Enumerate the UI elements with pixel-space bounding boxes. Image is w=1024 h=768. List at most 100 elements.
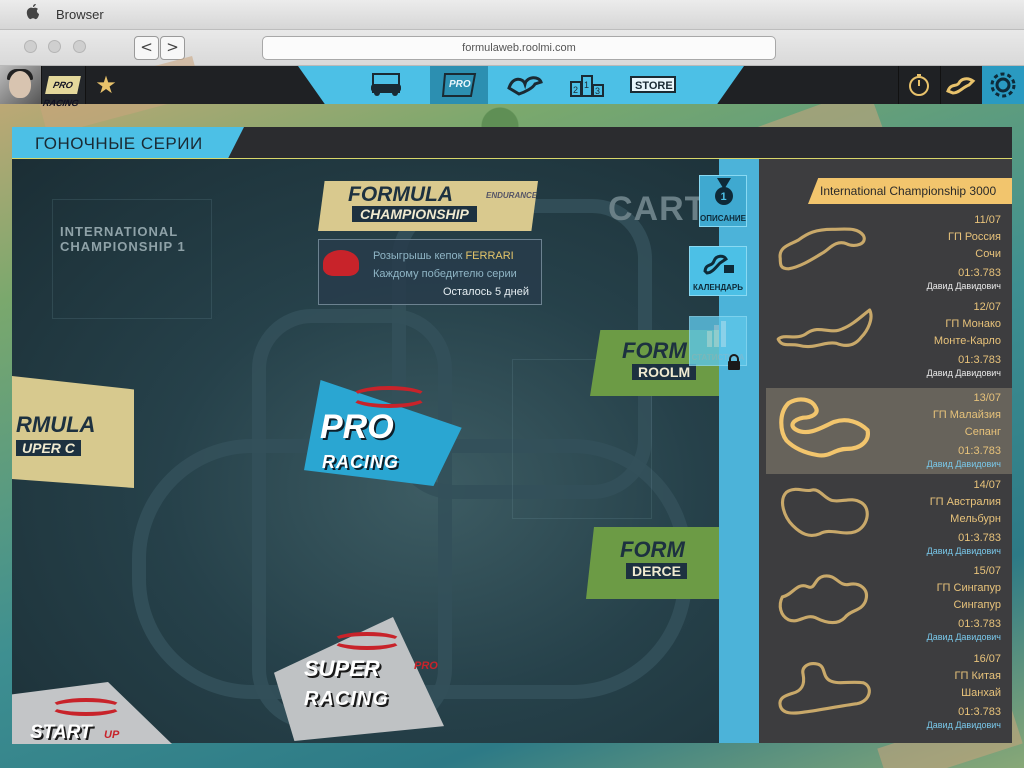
- race-driver: Давид Давидович: [926, 632, 1001, 642]
- race-date: 11/07: [974, 214, 1001, 226]
- formula-dercer-title: FORM: [620, 537, 685, 562]
- race-city: Монте-Карло: [933, 335, 1001, 347]
- promo-line-1: Розыгрышь кепок FERRARI: [373, 250, 514, 262]
- start-up-title: START: [30, 722, 92, 743]
- race-row[interactable]: 16/07 ГП Китая Шанхай 01:3.783 Давид Давидов…: [766, 649, 1012, 735]
- formula-super-subtitle: UPER C: [16, 440, 81, 456]
- ic1-line2: CHAMPIONSHIP 1: [60, 239, 186, 254]
- gear-icon: [990, 72, 1016, 98]
- zoom-window-button[interactable]: [73, 40, 86, 53]
- race-grand-prix: ГП Китая: [954, 670, 1001, 682]
- race-date: 13/07: [973, 392, 1001, 404]
- lock-icon: [728, 354, 740, 370]
- svg-text:3: 3: [595, 86, 600, 96]
- pro-racing-logo[interactable]: PRO RACING: [42, 66, 86, 108]
- apple-icon[interactable]: [26, 4, 40, 24]
- super-pro-tag: PRO: [414, 660, 438, 672]
- tab-description[interactable]: 1 ОПИСАНИЕ: [699, 175, 747, 227]
- race-row[interactable]: 11/07 ГП Россия Сочи 01:3.783 Давид Давидови…: [766, 210, 1012, 296]
- race-best-time: 01:3.783: [958, 445, 1001, 457]
- tab-description-label: ОПИСАНИЕ: [700, 214, 746, 223]
- nav-ranking[interactable]: 2 1 3: [558, 66, 616, 104]
- race-date: 15/07: [973, 565, 1001, 577]
- track-outline-icon: [778, 227, 866, 271]
- tab-calendar[interactable]: КАЛЕНДАРЬ: [689, 246, 747, 296]
- address-bar[interactable]: formulaweb.roolmi.com: [262, 36, 776, 60]
- track-outline-icon: [778, 662, 871, 715]
- track-outline-icon: [779, 397, 870, 458]
- race-date: 16/07: [973, 653, 1001, 665]
- stopwatch-icon: [908, 74, 929, 96]
- promo-banner[interactable]: Розыгрышь кепок FERRARI Каждому победите…: [318, 239, 542, 305]
- promo-line-2: Каждому победителю серии: [373, 268, 517, 280]
- promo-countdown: Осталось 5 дней: [443, 286, 529, 298]
- back-button[interactable]: <: [134, 36, 159, 60]
- browser-toolbar: < > formulaweb.roolmi.com: [0, 30, 1024, 66]
- race-row[interactable]: 14/07 ГП Австралия Мельбурн 01:3.783 Давид Д…: [766, 475, 1012, 561]
- race-grand-prix: ГП Австралия: [929, 496, 1001, 508]
- page: Browser < > formulaweb.roolmi.com PRO RA…: [0, 0, 1024, 768]
- app-name: Browser: [56, 7, 104, 22]
- nav-tracks[interactable]: [496, 66, 554, 104]
- pro-racing-logo-label: PRO RACING: [42, 76, 81, 108]
- cap-icon: [323, 250, 359, 276]
- svg-text:1: 1: [721, 191, 727, 203]
- track-outline-icon: [781, 487, 869, 537]
- pro-racing-subtitle: RACING: [322, 452, 399, 472]
- podium-icon: 2 1 3: [570, 75, 604, 97]
- race-best-time: 01:3.783: [958, 532, 1001, 544]
- formula-roolmi-subtitle: ROOLM: [632, 364, 697, 380]
- formula-super-card[interactable]: RMULA UPER C: [12, 376, 134, 488]
- formula-dercer-card[interactable]: FORM DERCE: [586, 527, 719, 599]
- close-window-button[interactable]: [24, 40, 37, 53]
- international-championship-1-card[interactable]: INTERNATIONAL CHAMPIONSHIP 1: [60, 224, 186, 254]
- championship-word: CHAMPIONSHIP: [352, 206, 477, 222]
- race-row[interactable]: 13/07 ГП Малайзия Сепанг 01:3.783 Давид Дави…: [766, 388, 1012, 474]
- store-icon: STORE: [630, 76, 676, 93]
- tab-calendar-label: КАЛЕНДАРЬ: [692, 283, 744, 292]
- svg-text:2: 2: [573, 85, 578, 95]
- race-grand-prix: ГП Малайзия: [932, 409, 1001, 421]
- track-map-button[interactable]: [940, 66, 980, 104]
- minimize-window-button[interactable]: [48, 40, 61, 53]
- nav-store[interactable]: STORE: [624, 66, 682, 104]
- start-up-tag: UP: [104, 729, 120, 741]
- track-outline-icon: [776, 308, 873, 349]
- race-row[interactable]: 12/07 ГП Монако Монте-Карло 01:3.783 Давид Д…: [766, 297, 1012, 383]
- race-city: Сингапур: [953, 599, 1001, 611]
- circuit-icon: [945, 77, 975, 95]
- nav-tickets[interactable]: [358, 66, 416, 104]
- medal-icon: 1: [715, 178, 733, 205]
- race-city: Сочи: [975, 248, 1001, 260]
- race-grand-prix: ГП Сингапур: [936, 582, 1001, 594]
- formula-word: FORMULA: [348, 183, 453, 206]
- nav-pro-racing[interactable]: PRO: [430, 66, 488, 104]
- race-driver: Давид Давидович: [926, 368, 1001, 378]
- forward-button[interactable]: >: [160, 36, 185, 60]
- super-pro-title: SUPER: [304, 656, 380, 681]
- bar-chart-icon: [707, 321, 726, 347]
- race-date: 12/07: [973, 301, 1001, 313]
- avatar[interactable]: [0, 66, 42, 104]
- race-city: Мельбурн: [950, 513, 1001, 525]
- race-driver: Давид Давидович: [926, 546, 1001, 556]
- timer-button[interactable]: [898, 66, 938, 104]
- ic1-line1: INTERNATIONAL: [60, 224, 179, 239]
- pro-racing-swoosh-icon: [350, 386, 428, 408]
- star-icon[interactable]: ★: [86, 66, 126, 104]
- car-tickets-icon: [371, 73, 401, 96]
- endurance-word: ENDURANCE: [486, 191, 538, 200]
- main-nav: PRO 2 1 3 STORE: [298, 66, 744, 104]
- svg-text:PRO: PRO: [449, 79, 471, 90]
- settings-button[interactable]: [982, 66, 1024, 104]
- calendar-track-icon: [703, 254, 734, 275]
- formula-championship-card[interactable]: FORMULA ENDURANCE CHAMPIONSHIP: [318, 181, 538, 231]
- race-best-time: 01:3.783: [958, 618, 1001, 630]
- race-best-time: 01:3.783: [958, 267, 1001, 279]
- race-grand-prix: ГП Монако: [945, 318, 1001, 330]
- race-date: 14/07: [973, 479, 1001, 491]
- formula-super-title: RMULA: [16, 412, 96, 437]
- race-row[interactable]: 15/07 ГП Сингапур Сингапур 01:3.783 Давид Да…: [766, 561, 1012, 647]
- super-pro-subtitle: RACING: [304, 688, 389, 710]
- track-outline-icon: [778, 574, 868, 625]
